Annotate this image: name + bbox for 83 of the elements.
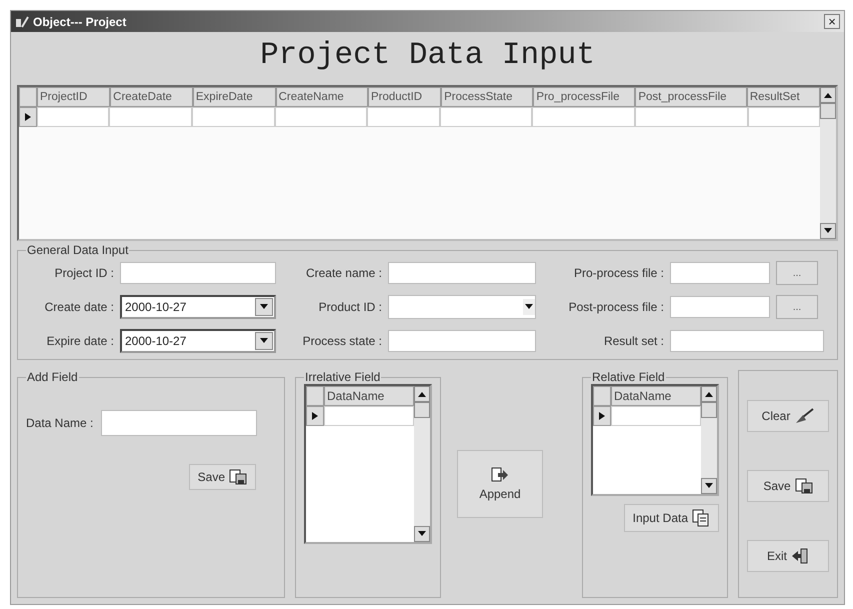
field-label: Project ID : — [54, 266, 114, 280]
column-header[interactable]: Pro_processFile — [533, 87, 636, 107]
door-icon — [791, 548, 809, 564]
row-pointer-icon — [25, 113, 31, 121]
scroll-button[interactable] — [414, 526, 430, 542]
column-header[interactable]: ProjectID — [37, 87, 110, 107]
input-data-button[interactable]: Input Data — [624, 504, 719, 532]
scroll-thumb[interactable] — [414, 402, 430, 418]
disk-icon — [794, 478, 813, 494]
exit-button[interactable]: Exit — [747, 540, 829, 572]
scroll-thumb[interactable] — [701, 402, 717, 418]
text-field[interactable] — [388, 262, 536, 284]
row-pointer-icon — [312, 412, 318, 420]
group-title: Relative Field — [591, 370, 666, 384]
scrollbar[interactable] — [414, 386, 430, 542]
scroll-thumb[interactable] — [820, 103, 836, 119]
window-title: Object--- Project — [33, 14, 128, 28]
file-path-field[interactable] — [670, 296, 770, 318]
field-label: Post-process file : — [568, 300, 664, 314]
field-label: Create name : — [304, 266, 382, 280]
append-button[interactable]: Append — [457, 450, 543, 518]
group-title: Irrelative Field — [304, 370, 382, 384]
close-button[interactable]: × — [824, 14, 840, 29]
dropdown-field[interactable] — [388, 295, 536, 319]
scrollbar[interactable] — [820, 87, 836, 239]
field-label: Product ID : — [318, 300, 382, 314]
row-selector[interactable] — [593, 406, 611, 426]
scroll-button[interactable] — [701, 478, 717, 494]
save-button[interactable]: Save — [188, 464, 256, 490]
dropdown-arrow-icon[interactable] — [525, 304, 533, 310]
browse-button[interactable]: ... — [776, 295, 818, 319]
save-button[interactable]: Save — [747, 470, 829, 502]
scroll-down-icon[interactable] — [418, 531, 426, 537]
field-label: Result set : — [602, 334, 664, 348]
pages-icon — [692, 509, 710, 527]
text-field[interactable] — [101, 410, 258, 436]
column-header[interactable]: ProcessState — [441, 87, 534, 107]
scroll-button[interactable] — [523, 299, 535, 315]
field-label: Create date : — [44, 300, 114, 314]
scroll-button[interactable] — [820, 87, 836, 103]
file-path-field[interactable] — [670, 262, 770, 284]
text-field[interactable] — [388, 330, 536, 352]
dropdown-arrow-icon[interactable] — [260, 304, 268, 310]
column-header[interactable]: CreateName — [276, 87, 368, 107]
form-heading: Project Data Input — [259, 37, 596, 75]
scroll-button[interactable] — [255, 332, 273, 350]
broom-icon — [794, 408, 814, 424]
clear-button[interactable]: Clear — [747, 400, 829, 432]
group-title: Add Field — [26, 370, 79, 384]
scroll-button[interactable] — [701, 386, 717, 402]
date-picker[interactable]: 2000-10-27 — [120, 329, 276, 353]
column-header[interactable]: Post_processFile — [635, 87, 747, 107]
row-pointer-icon — [599, 412, 605, 420]
row-selector[interactable] — [19, 107, 37, 127]
scroll-up-icon[interactable] — [824, 92, 832, 98]
column-header[interactable]: CreateDate — [110, 87, 193, 107]
column-header[interactable]: DataName — [611, 386, 701, 406]
dropdown-arrow-icon[interactable] — [260, 338, 268, 344]
column-header[interactable]: ResultSet — [746, 87, 820, 107]
column-header[interactable]: DataName — [324, 386, 414, 406]
field-label: Data Name : — [26, 416, 94, 430]
scroll-down-icon[interactable] — [705, 483, 713, 489]
scroll-button[interactable] — [820, 223, 836, 239]
scroll-up-icon[interactable] — [705, 391, 713, 397]
date-picker[interactable]: 2000-10-27 — [120, 295, 276, 319]
column-header[interactable]: ProductID — [368, 87, 442, 107]
row-selector[interactable] — [306, 406, 324, 426]
page-arrow-icon — [491, 467, 509, 483]
scroll-button[interactable] — [414, 386, 430, 402]
field-label: Process state : — [302, 334, 382, 348]
field-label: Expire date : — [46, 334, 114, 348]
column-header[interactable]: ExpireDate — [192, 87, 276, 107]
scroll-up-icon[interactable] — [418, 391, 426, 397]
field-label: Pro-process file : — [572, 266, 664, 280]
browse-button[interactable]: ... — [776, 261, 818, 285]
scroll-down-icon[interactable] — [824, 228, 832, 234]
disk-icon — [229, 469, 247, 485]
group-title: General Data Input — [26, 243, 130, 257]
scroll-button[interactable] — [255, 298, 273, 316]
text-field[interactable] — [670, 330, 824, 352]
text-field[interactable] — [120, 262, 276, 284]
scrollbar[interactable] — [701, 386, 717, 494]
app-icon — [15, 16, 29, 28]
